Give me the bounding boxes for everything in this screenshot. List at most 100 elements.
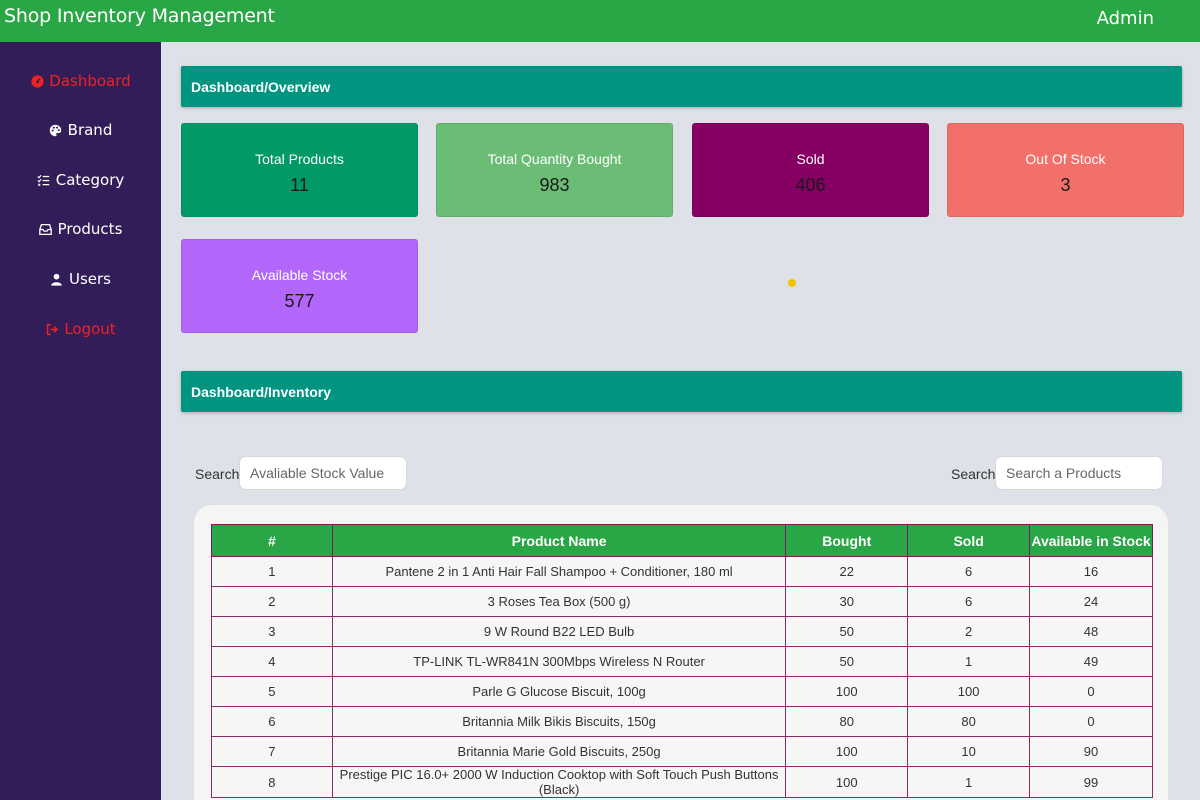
search-stock-label: Search bbox=[195, 466, 240, 482]
sidebar-item-category[interactable]: Category bbox=[0, 165, 161, 195]
cell-sold: 100 bbox=[907, 676, 1031, 707]
sidebar-item-logout[interactable]: Logout bbox=[0, 314, 161, 344]
cell-index: 1 bbox=[211, 556, 333, 587]
card-label: Out Of Stock bbox=[1025, 151, 1106, 167]
column-header-index[interactable]: # bbox=[211, 524, 333, 557]
cell-bought: 22 bbox=[785, 556, 909, 587]
sidebar-item-label: Brand bbox=[67, 121, 113, 139]
overview-header: Dashboard/Overview bbox=[181, 66, 1182, 107]
cell-bought: 30 bbox=[785, 586, 909, 617]
sidebar-item-brand[interactable]: Brand bbox=[0, 115, 161, 145]
main-content: Dashboard/Overview Total Products 11 Tot… bbox=[161, 42, 1200, 800]
tachometer-icon bbox=[30, 74, 44, 88]
cell-index: 3 bbox=[211, 616, 333, 647]
cell-product-name: 9 W Round B22 LED Bulb bbox=[331, 616, 787, 647]
sidebar: Dashboard Brand Category Products Users … bbox=[0, 42, 161, 800]
search-products-input[interactable] bbox=[995, 456, 1163, 490]
cell-index: 6 bbox=[211, 706, 333, 737]
table-row[interactable]: 4 TP-LINK TL-WR841N 300Mbps Wireless N R… bbox=[211, 646, 1153, 677]
card-out-of-stock: Out Of Stock 3 bbox=[947, 123, 1184, 217]
card-sold: Sold 406 bbox=[692, 123, 929, 217]
cell-index: 2 bbox=[211, 586, 333, 617]
column-header-available[interactable]: Available in Stock bbox=[1029, 524, 1153, 557]
inbox-icon bbox=[39, 222, 53, 236]
table-row[interactable]: 8 Prestige PIC 16.0+ 2000 W Induction Co… bbox=[211, 766, 1153, 798]
cell-product-name: TP-LINK TL-WR841N 300Mbps Wireless N Rou… bbox=[331, 646, 787, 677]
card-available-stock: Available Stock 577 bbox=[181, 239, 418, 333]
card-label: Total Products bbox=[255, 151, 344, 167]
table-row[interactable]: 7 Britannia Marie Gold Biscuits, 250g 10… bbox=[211, 736, 1153, 767]
cell-product-name: Britannia Marie Gold Biscuits, 250g bbox=[331, 736, 787, 767]
column-header-sold[interactable]: Sold bbox=[907, 524, 1031, 557]
inventory-header: Dashboard/Inventory bbox=[181, 371, 1182, 412]
cell-available: 24 bbox=[1029, 586, 1153, 617]
card-value: 3 bbox=[1060, 175, 1071, 195]
cell-sold: 1 bbox=[907, 646, 1031, 677]
cell-product-name: 3 Roses Tea Box (500 g) bbox=[331, 586, 787, 617]
sidebar-item-label: Category bbox=[55, 171, 125, 189]
top-navbar: Shop Inventory Management Admin bbox=[0, 0, 1200, 42]
card-value: 577 bbox=[284, 291, 315, 311]
table-row[interactable]: 3 9 W Round B22 LED Bulb 50 2 48 bbox=[211, 616, 1153, 647]
cell-bought: 50 bbox=[785, 616, 909, 647]
cell-sold: 10 bbox=[907, 736, 1031, 767]
search-stock-input[interactable] bbox=[239, 456, 407, 490]
cell-sold: 6 bbox=[907, 556, 1031, 587]
sidebar-item-products[interactable]: Products bbox=[0, 214, 161, 244]
card-value: 11 bbox=[290, 175, 309, 195]
column-header-bought[interactable]: Bought bbox=[785, 524, 909, 557]
table-row[interactable]: 5 Parle G Glucose Biscuit, 100g 100 100 … bbox=[211, 676, 1153, 707]
sidebar-item-label: Logout bbox=[64, 320, 116, 338]
cell-index: 8 bbox=[211, 766, 333, 798]
table-row[interactable]: 6 Britannia Milk Bikis Biscuits, 150g 80… bbox=[211, 706, 1153, 737]
sidebar-item-label: Users bbox=[68, 270, 111, 288]
palette-icon bbox=[49, 123, 63, 137]
card-label: Available Stock bbox=[251, 267, 348, 283]
cell-product-name: Britannia Milk Bikis Biscuits, 150g bbox=[331, 706, 787, 737]
cell-available: 48 bbox=[1029, 616, 1153, 647]
table-header-row: # Product Name Bought Sold Available in … bbox=[211, 524, 1153, 557]
cell-bought: 100 bbox=[785, 766, 909, 798]
loading-dot bbox=[788, 279, 796, 287]
sidebar-item-label: Dashboard bbox=[49, 72, 131, 90]
card-total-quantity-bought: Total Quantity Bought 983 bbox=[436, 123, 673, 217]
sign-out-icon bbox=[45, 322, 59, 336]
sidebar-item-dashboard[interactable]: Dashboard bbox=[0, 66, 161, 96]
cell-product-name: Prestige PIC 16.0+ 2000 W Induction Cook… bbox=[331, 766, 787, 798]
list-check-icon bbox=[37, 173, 51, 187]
cell-available: 90 bbox=[1029, 736, 1153, 767]
user-icon bbox=[50, 272, 64, 286]
cell-available: 99 bbox=[1029, 766, 1153, 798]
admin-user[interactable]: Admin bbox=[1097, 8, 1154, 29]
cell-available: 16 bbox=[1029, 556, 1153, 587]
cell-sold: 80 bbox=[907, 706, 1031, 737]
cell-available: 0 bbox=[1029, 676, 1153, 707]
search-products-label: Search bbox=[951, 466, 996, 482]
cell-available: 0 bbox=[1029, 706, 1153, 737]
card-label: Total Quantity Bought bbox=[487, 151, 622, 167]
cell-index: 7 bbox=[211, 736, 333, 767]
table-row[interactable]: 2 3 Roses Tea Box (500 g) 30 6 24 bbox=[211, 586, 1153, 617]
app-title: Shop Inventory Management bbox=[4, 5, 275, 27]
card-value: 406 bbox=[795, 175, 826, 195]
cell-sold: 1 bbox=[907, 766, 1031, 798]
sidebar-item-users[interactable]: Users bbox=[0, 264, 161, 294]
cell-bought: 100 bbox=[785, 736, 909, 767]
inventory-panel: # Product Name Bought Sold Available in … bbox=[194, 505, 1168, 800]
cell-sold: 6 bbox=[907, 586, 1031, 617]
card-value: 983 bbox=[539, 175, 570, 195]
column-header-product-name[interactable]: Product Name bbox=[331, 524, 787, 557]
sidebar-item-label: Products bbox=[57, 220, 123, 238]
card-label: Sold bbox=[796, 151, 825, 167]
card-total-products: Total Products 11 bbox=[181, 123, 418, 217]
cell-product-name: Parle G Glucose Biscuit, 100g bbox=[331, 676, 787, 707]
cell-bought: 50 bbox=[785, 646, 909, 677]
cell-product-name: Pantene 2 in 1 Anti Hair Fall Shampoo + … bbox=[331, 556, 787, 587]
cell-bought: 80 bbox=[785, 706, 909, 737]
cell-index: 5 bbox=[211, 676, 333, 707]
cell-index: 4 bbox=[211, 646, 333, 677]
table-row[interactable]: 1 Pantene 2 in 1 Anti Hair Fall Shampoo … bbox=[211, 556, 1153, 587]
inventory-table: # Product Name Bought Sold Available in … bbox=[211, 524, 1153, 798]
cell-available: 49 bbox=[1029, 646, 1153, 677]
cell-bought: 100 bbox=[785, 676, 909, 707]
